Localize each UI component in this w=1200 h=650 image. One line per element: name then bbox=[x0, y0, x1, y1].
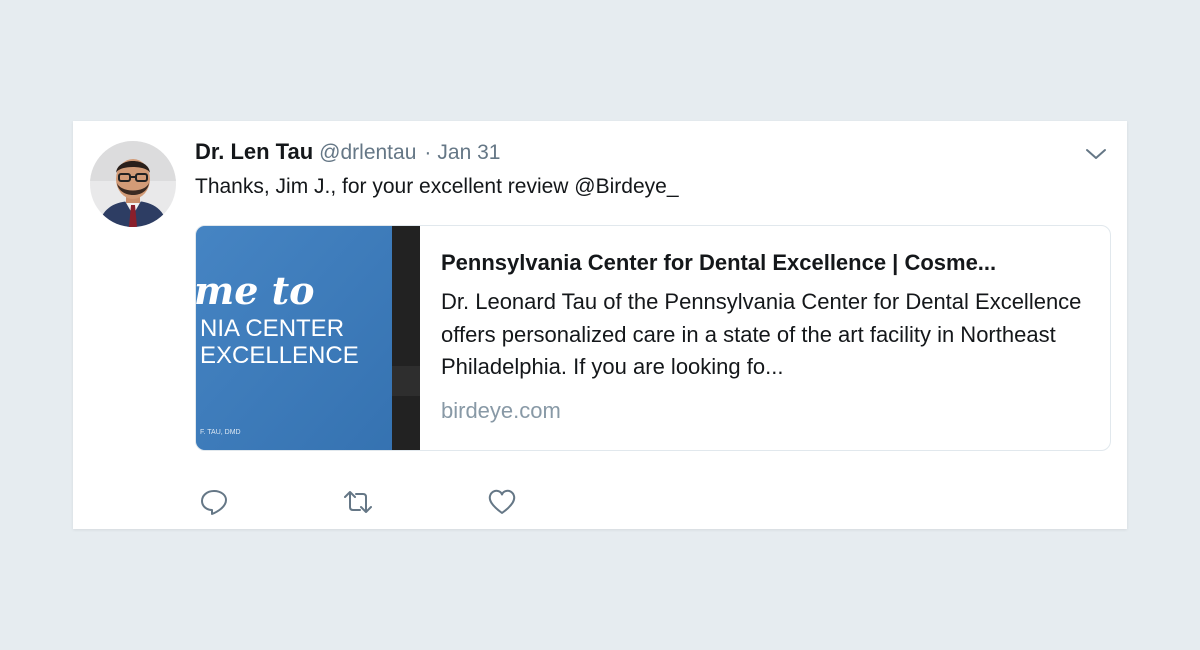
card-title: Pennsylvania Center for Dental Excellenc… bbox=[441, 250, 997, 275]
link-preview-card[interactable]: me to NIA CENTER EXCELLENCE F. TAU, DMD … bbox=[195, 225, 1111, 451]
tweet-text: Thanks, Jim J., for your excellent revie… bbox=[195, 175, 679, 199]
card-image: me to NIA CENTER EXCELLENCE F. TAU, DMD bbox=[196, 226, 420, 450]
card-image-small-text: F. TAU, DMD bbox=[200, 429, 241, 436]
profile-photo-icon bbox=[90, 141, 176, 227]
chevron-down-icon[interactable] bbox=[1083, 145, 1109, 163]
card-description: Dr. Leonard Tau of the Pennsylvania Cent… bbox=[441, 289, 1082, 379]
avatar[interactable] bbox=[90, 141, 176, 227]
tweet-header: Dr. Len Tau @drlentau · Jan 31 bbox=[195, 139, 500, 169]
reply-icon bbox=[201, 490, 227, 515]
mention-link[interactable]: @Birdeye_ bbox=[574, 175, 678, 198]
card-image-script-text: me to bbox=[196, 268, 315, 313]
heart-icon bbox=[488, 489, 516, 514]
card-body: Pennsylvania Center for Dental Excellenc… bbox=[420, 226, 1110, 450]
tweet-actions bbox=[199, 487, 517, 517]
user-handle[interactable]: @drlentau bbox=[319, 141, 416, 165]
card-image-line3: EXCELLENCE bbox=[200, 342, 359, 369]
like-button[interactable] bbox=[487, 487, 517, 517]
reply-button[interactable] bbox=[199, 487, 229, 517]
retweet-button[interactable] bbox=[343, 487, 373, 517]
retweet-icon bbox=[344, 491, 372, 513]
card-image-line2: NIA CENTER bbox=[200, 315, 344, 342]
tweet-text-body: Thanks, Jim J., for your excellent revie… bbox=[195, 175, 575, 198]
tweet-card[interactable]: Dr. Len Tau @drlentau · Jan 31 Thanks, J… bbox=[73, 121, 1127, 529]
display-name[interactable]: Dr. Len Tau bbox=[195, 139, 313, 165]
tweet-timestamp[interactable]: Jan 31 bbox=[437, 141, 500, 165]
separator-dot: · bbox=[424, 141, 432, 164]
card-domain: birdeye.com bbox=[441, 397, 561, 423]
